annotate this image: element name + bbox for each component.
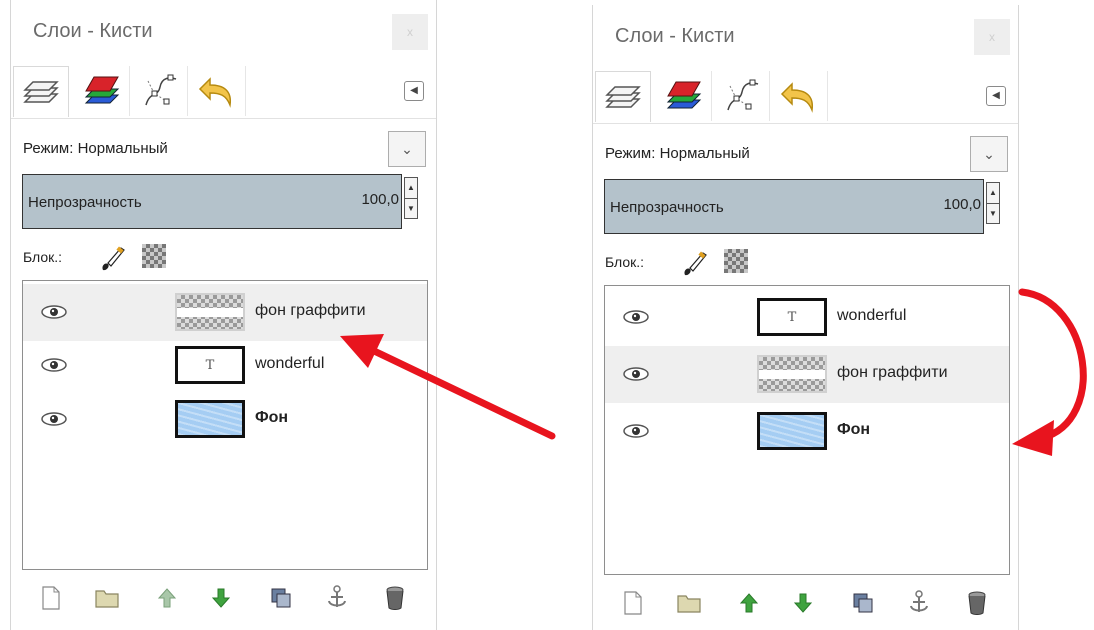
curved-red-arrow xyxy=(1012,288,1087,456)
straight-red-arrow xyxy=(340,334,556,440)
annotation-arrows xyxy=(340,288,1087,456)
